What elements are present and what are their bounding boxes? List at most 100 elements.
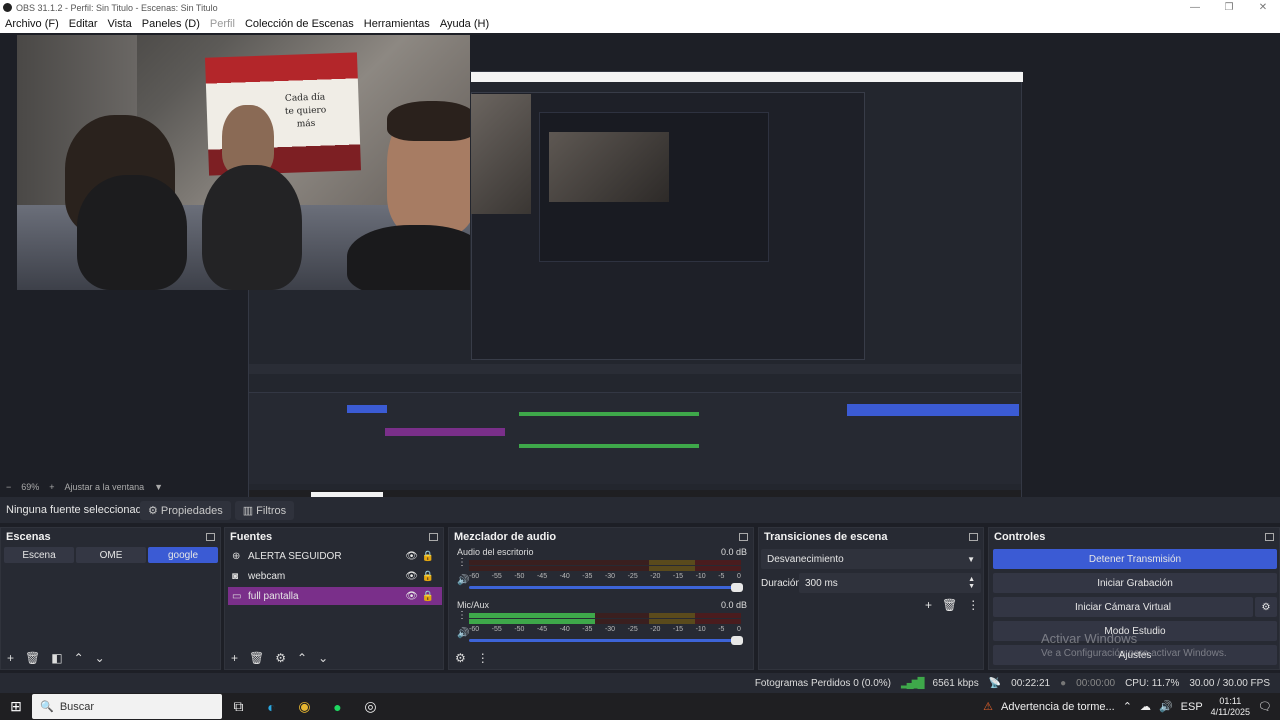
advanced-audio-icon[interactable]: ⚙ xyxy=(455,651,466,665)
start-recording-button[interactable]: Iniciar Grabación xyxy=(993,573,1277,593)
minimize-button[interactable]: — xyxy=(1178,2,1212,13)
menu-vista[interactable]: Vista xyxy=(103,18,137,30)
meter-level-green xyxy=(469,619,595,624)
scenes-toolbar: + 🗑 ◧ ⌃ ⌄ xyxy=(1,649,220,667)
speaker-icon[interactable]: 🔊 xyxy=(457,628,469,639)
volume-slider[interactable] xyxy=(469,583,743,592)
fit-to-window[interactable]: Ajustar a la ventana xyxy=(65,482,145,492)
virtual-camera-settings-icon[interactable]: ⚙ xyxy=(1255,597,1277,617)
menu-ayuda[interactable]: Ayuda (H) xyxy=(435,18,494,30)
start-virtual-camera-button[interactable]: Iniciar Cámara Virtual xyxy=(993,597,1253,617)
record-time: 00:00:00 xyxy=(1076,677,1116,689)
gear-icon: ⚙ xyxy=(148,504,161,517)
chrome-icon[interactable]: ◉ xyxy=(288,698,321,715)
move-down-icon[interactable]: ⌄ xyxy=(95,651,105,665)
remove-scene-icon[interactable]: 🗑 xyxy=(25,651,40,665)
cpu-usage: CPU: 11.7% xyxy=(1125,677,1180,689)
scene-google[interactable]: google xyxy=(148,547,218,563)
preview-canvas[interactable]: Cada día te quiero más xyxy=(0,33,1280,509)
scene-escena[interactable]: Escena xyxy=(4,547,74,563)
notifications-icon[interactable]: 🗨 xyxy=(1258,700,1272,713)
zoom-out-button[interactable]: − xyxy=(6,482,11,492)
transitions-dock: Transiciones de escena Desvanecimiento ▼… xyxy=(758,527,984,670)
mixer-menu-icon[interactable]: ⋮ xyxy=(477,651,489,665)
lock-icon[interactable]: 🔒 xyxy=(422,551,434,562)
undock-icon[interactable] xyxy=(429,532,438,541)
lock-icon[interactable]: 🔒 xyxy=(422,591,434,602)
volume-icon[interactable]: 🔊 xyxy=(1159,700,1173,713)
filter-scene-icon[interactable]: ◧ xyxy=(51,651,62,665)
lock-icon[interactable]: 🔒 xyxy=(422,571,434,582)
stream-icon: 📡 xyxy=(988,677,1002,689)
meter-level-red xyxy=(694,613,741,618)
person-right-hair xyxy=(387,101,470,141)
move-up-icon[interactable]: ⌃ xyxy=(74,651,84,665)
windows-start-icon[interactable]: ⊞ xyxy=(0,698,32,715)
weather-text[interactable]: Advertencia de torme... xyxy=(1001,701,1115,713)
menu-editar[interactable]: Editar xyxy=(64,18,103,30)
tray-chevron-icon[interactable]: ⌃ xyxy=(1123,700,1132,713)
properties-button[interactable]: ⚙ Propiedades xyxy=(140,500,231,520)
obs-taskbar-icon[interactable]: ◎ xyxy=(354,698,387,715)
stop-stream-button[interactable]: Detener Transmisión xyxy=(993,549,1277,569)
task-view-icon[interactable]: ⧉ xyxy=(222,698,255,715)
visibility-eye-icon[interactable]: 👁 xyxy=(405,571,418,582)
channel-menu-icon[interactable]: ⋮ xyxy=(457,610,467,621)
volume-knob[interactable] xyxy=(731,583,743,592)
meter-level-red xyxy=(694,566,741,571)
speaker-icon[interactable]: 🔊 xyxy=(457,575,469,586)
menu-perfil[interactable]: Perfil xyxy=(205,18,240,30)
menu-herramientas[interactable]: Herramientas xyxy=(359,18,435,30)
menu-coleccion[interactable]: Colección de Escenas xyxy=(240,18,359,30)
transition-menu-icon[interactable]: ⋮ xyxy=(967,598,979,612)
search-placeholder: Buscar xyxy=(59,700,95,713)
obs-logo-icon xyxy=(3,3,12,12)
volume-slider[interactable] xyxy=(469,636,743,645)
maximize-button[interactable]: ❐ xyxy=(1212,2,1246,13)
undock-icon[interactable] xyxy=(739,532,748,541)
source-webcam[interactable]: ◙ webcam 👁 🔒 xyxy=(228,567,442,585)
menu-paneles[interactable]: Paneles (D) xyxy=(137,18,205,30)
clock[interactable]: 01:11 4/11/2025 xyxy=(1211,696,1250,718)
undock-icon[interactable] xyxy=(206,532,215,541)
scene-ome[interactable]: OME xyxy=(76,547,146,563)
taskbar-search[interactable]: 🔍 Buscar xyxy=(32,694,222,719)
stream-time: 00:22:21 xyxy=(1011,677,1051,689)
add-source-icon[interactable]: + xyxy=(231,651,238,665)
source-full-pantalla[interactable]: ▭ full pantalla 👁 🔒 xyxy=(228,587,442,605)
visibility-eye-icon[interactable]: 👁 xyxy=(405,591,418,602)
properties-label: Propiedades xyxy=(160,504,223,517)
fit-dropdown-icon[interactable]: ▼ xyxy=(154,482,163,492)
move-up-icon[interactable]: ⌃ xyxy=(297,651,307,665)
filters-button[interactable]: ▥ Filtros xyxy=(234,500,295,520)
duration-input[interactable]: 300 ms ▲ ▼ xyxy=(799,573,981,593)
channel-db: 0.0 dB xyxy=(720,547,747,557)
visibility-eye-icon[interactable]: 👁 xyxy=(405,551,418,562)
remove-transition-icon[interactable]: 🗑 xyxy=(942,598,957,612)
remove-source-icon[interactable]: 🗑 xyxy=(249,651,264,665)
tick: -10 xyxy=(695,626,706,633)
channel-name: Audio del escritorio xyxy=(457,547,534,557)
zoom-in-button[interactable]: + xyxy=(49,482,54,492)
connection-bars-icon: ▂▄▆█ xyxy=(900,677,925,689)
source-settings-icon[interactable]: ⚙ xyxy=(275,651,286,665)
tick: -20 xyxy=(650,573,661,580)
undock-icon[interactable] xyxy=(1265,532,1274,541)
spotify-icon[interactable]: ● xyxy=(321,699,354,715)
controls-title: Controles xyxy=(994,530,1046,543)
add-transition-icon[interactable]: + xyxy=(925,598,932,612)
channel-menu-icon[interactable]: ⋮ xyxy=(457,557,467,568)
close-button[interactable]: ✕ xyxy=(1246,2,1280,13)
add-scene-icon[interactable]: + xyxy=(7,651,14,665)
volume-knob[interactable] xyxy=(731,636,743,645)
duration-label: Duración xyxy=(761,578,802,589)
source-alerta-seguidor[interactable]: ⊕ ALERTA SEGUIDOR 👁 🔒 xyxy=(228,547,442,565)
transition-select[interactable]: Desvanecimiento ▼ xyxy=(761,549,981,569)
edge-icon[interactable]: ◐ xyxy=(255,699,288,715)
stepper-icon[interactable]: ▲ ▼ xyxy=(968,576,975,590)
move-down-icon[interactable]: ⌄ xyxy=(318,651,328,665)
undock-icon[interactable] xyxy=(969,532,978,541)
network-icon[interactable]: ☁ xyxy=(1140,700,1151,713)
language-indicator[interactable]: ESP xyxy=(1181,701,1203,713)
menu-archivo[interactable]: Archivo (F) xyxy=(0,18,64,30)
